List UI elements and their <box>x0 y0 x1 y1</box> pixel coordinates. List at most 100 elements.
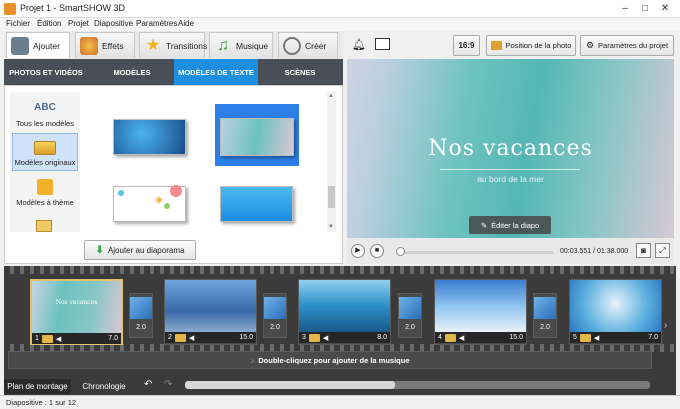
add-to-slideshow-button[interactable]: ⬇ Ajouter au diaporama <box>84 240 196 260</box>
transition-2-icon <box>264 297 286 319</box>
menu-diapositive[interactable]: Diapositive <box>94 19 133 28</box>
slide-counter: Diapositive : 1 sur 12 <box>6 398 77 407</box>
tab-storyboard[interactable]: Plan de montage <box>4 379 71 394</box>
audio-icon[interactable]: ◀ <box>56 335 61 343</box>
more-category-icon[interactable] <box>36 220 52 232</box>
green-arrow-down-icon: ⬇ <box>95 244 104 256</box>
music-note-icon: ♫ <box>217 36 229 54</box>
project-settings-button[interactable]: ⚙ Paramètres du projet <box>580 35 674 56</box>
edit-icon[interactable] <box>579 333 591 342</box>
transition-4-icon <box>534 297 556 319</box>
tab-timeline[interactable]: Chronologie <box>73 379 135 394</box>
maximize-button[interactable]: □ <box>638 2 652 16</box>
seek-bar[interactable] <box>396 251 554 254</box>
aspect-ratio-button[interactable]: 16:9 <box>453 35 480 56</box>
tab-ajouter[interactable]: Ajouter <box>6 32 70 58</box>
snapshot-button[interactable]: ◙ <box>636 243 651 258</box>
transition-3-icon <box>399 297 421 319</box>
decor-dot <box>164 203 170 209</box>
play-button[interactable]: ▶ <box>351 244 365 258</box>
pencil-icon: ✎ <box>480 220 488 230</box>
slide-5[interactable]: 5 ◀ 7.0 <box>569 279 662 345</box>
minimize-button[interactable]: – <box>618 2 632 16</box>
subtab-modeles[interactable]: MODÈLES <box>90 59 174 85</box>
palette-icon <box>80 36 98 55</box>
subtab-scenes[interactable]: SCÈNES <box>258 59 342 85</box>
bell-icon[interactable]: 🔔︎ <box>352 38 366 51</box>
audio-icon[interactable]: ◀ <box>323 334 328 342</box>
audio-icon[interactable]: ◀ <box>189 334 194 342</box>
timecode: 00:03.551 / 01:38.000 <box>560 248 629 255</box>
photo-position-icon <box>490 41 502 50</box>
slide-3[interactable]: 3 ◀ 8.0 <box>298 279 391 345</box>
image-icon[interactable] <box>375 38 390 50</box>
decor-dot <box>170 185 182 197</box>
scroll-down-icon[interactable]: ▼ <box>328 224 334 230</box>
edit-icon[interactable] <box>41 334 53 343</box>
photo-position-button[interactable]: Position de la photo <box>486 35 576 56</box>
camera-icon: ◙ <box>641 246 646 255</box>
edit-icon[interactable] <box>308 333 320 342</box>
music-note-icon: ♪ <box>250 355 255 365</box>
preview-divider <box>440 169 580 170</box>
template-thumb-4[interactable] <box>220 186 293 222</box>
tab-effets[interactable]: Effets <box>75 32 135 58</box>
menu-fichier[interactable]: Fichier <box>6 19 30 28</box>
tab-creer[interactable]: Créer <box>278 32 338 58</box>
film-reel-icon <box>283 36 301 55</box>
music-track[interactable]: ♪ Double-cliquez pour ajouter de la musi… <box>8 351 652 369</box>
gear-icon: ⚙ <box>585 40 595 50</box>
template-thumb-2[interactable] <box>220 118 294 156</box>
category-themed[interactable]: Modèles à thème <box>12 173 78 211</box>
scroll-up-icon[interactable]: ▲ <box>328 93 334 99</box>
preview-subtitle: au bord de la mer <box>477 174 544 184</box>
menu-edition[interactable]: Édition <box>37 19 61 28</box>
film-strip-top <box>4 266 676 274</box>
edit-icon[interactable] <box>444 333 456 342</box>
subtab-modeles-texte[interactable]: MODÈLES DE TEXTE <box>174 59 258 85</box>
gift-icon <box>37 179 53 195</box>
add-folder-icon <box>11 36 29 55</box>
star-icon: ★ <box>145 36 161 54</box>
title-bar: Projet 1 - SmartSHOW 3D – □ ✕ <box>0 0 680 18</box>
undo-icon[interactable]: ↶ <box>144 379 152 390</box>
audio-icon[interactable]: ◀ <box>594 334 599 342</box>
close-button[interactable]: ✕ <box>658 2 672 16</box>
edit-slide-button[interactable]: ✎ Éditer la diapo <box>469 216 551 234</box>
template-scrollbar[interactable] <box>327 92 336 232</box>
category-all[interactable]: ABC Tous les modèles <box>12 94 78 132</box>
redo-icon[interactable]: ↷ <box>164 379 172 390</box>
subtab-photos-videos[interactable]: PHOTOS ET VIDÉOS <box>4 59 88 85</box>
template-thumb-3[interactable] <box>113 185 186 222</box>
decor-dot <box>156 197 162 203</box>
menu-aide[interactable]: Aide <box>178 19 194 28</box>
edit-icon[interactable] <box>174 333 186 342</box>
menu-parametres[interactable]: Paramètres <box>136 19 177 28</box>
slide-2[interactable]: 2 ◀ 15.0 <box>164 279 257 345</box>
slide-1[interactable]: Nos vacances 1 ◀ 7.0 <box>30 279 123 345</box>
decor-dot <box>118 190 124 196</box>
transition-2[interactable]: 2.0 <box>263 293 287 338</box>
tab-musique[interactable]: ♫ Musique <box>209 32 273 58</box>
category-originals[interactable]: Modèles originaux <box>12 133 78 171</box>
abc-text-icon: ABC <box>34 102 56 113</box>
fullscreen-icon: ⤢ <box>659 246 666 255</box>
app-icon <box>4 3 16 15</box>
menu-projet[interactable]: Projet <box>68 19 89 28</box>
stop-button[interactable]: ■ <box>370 244 384 258</box>
window-title: Projet 1 - SmartSHOW 3D <box>20 3 126 13</box>
tab-transitions[interactable]: ★ Transitions <box>139 32 207 58</box>
template-scrollbar-thumb[interactable] <box>328 186 335 208</box>
template-thumb-1[interactable] <box>113 119 186 155</box>
timeline-scrollbar-thumb[interactable] <box>185 381 395 389</box>
chevron-right-icon[interactable]: › <box>664 320 667 331</box>
transition-3[interactable]: 2.0 <box>398 293 422 338</box>
slide-4[interactable]: 4 ◀ 15.0 <box>434 279 527 345</box>
slide-1-title: Nos vacances <box>55 299 98 306</box>
fullscreen-button[interactable]: ⤢ <box>655 243 670 258</box>
audio-icon[interactable]: ◀ <box>459 334 464 342</box>
transition-1-icon <box>130 297 152 319</box>
transition-1[interactable]: 2.0 <box>129 293 153 338</box>
transition-4[interactable]: 2.0 <box>533 293 557 338</box>
original-template-icon <box>34 141 56 155</box>
